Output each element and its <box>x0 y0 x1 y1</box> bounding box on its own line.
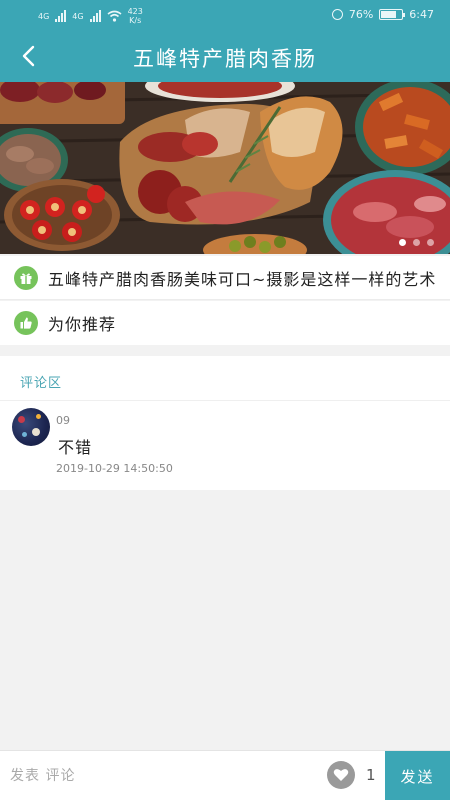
carousel-dot[interactable] <box>399 239 406 246</box>
network-label: 4G <box>38 11 50 21</box>
status-right: 76% 6:47 <box>331 8 434 21</box>
heart-icon <box>333 769 349 781</box>
like-button[interactable] <box>327 761 355 789</box>
signal-icon <box>89 10 101 22</box>
avatar[interactable] <box>12 408 50 446</box>
comments-section: 评论区 09 不错 2019-10-29 14:50:50 <box>0 356 450 490</box>
page-title: 五峰特产腊肉香肠 <box>133 47 317 71</box>
gift-icon <box>14 265 38 290</box>
article-summary-row[interactable]: 五峰特产腊肉香肠美味可口~摄影是这样一样的艺术 <box>0 256 450 300</box>
net-speed: 423 K/s <box>128 7 143 25</box>
signal-icon <box>55 10 67 22</box>
comment-username: 09 <box>56 414 70 427</box>
comment-text: 不错 <box>58 438 93 457</box>
article-summary: 五峰特产腊肉香肠美味可口~摄影是这样一样的艺术 <box>48 269 437 289</box>
battery-icon <box>379 9 406 20</box>
divider <box>0 400 450 401</box>
comment-timestamp: 2019-10-29 14:50:50 <box>56 462 173 475</box>
carousel-dot[interactable] <box>427 239 434 246</box>
net-speed-unit: K/s <box>129 16 142 25</box>
status-left: 4G 4G 423 K/s <box>38 7 143 25</box>
carousel-dot[interactable] <box>413 239 420 246</box>
recommend-row[interactable]: 为你推荐 <box>0 301 450 345</box>
bottom-bar: 1 发送 <box>0 750 450 800</box>
net-speed-value: 423 <box>127 7 143 16</box>
alarm-icon <box>331 9 343 20</box>
network-label: 4G <box>72 11 84 21</box>
wifi-icon <box>107 10 122 22</box>
thumbs-up-icon <box>14 311 38 335</box>
app-header: 五峰特产腊肉香肠 <box>0 30 450 82</box>
clock: 6:47 <box>409 8 434 21</box>
status-bar: 4G 4G 423 K/s 76% 6:47 <box>0 0 450 30</box>
comments-title: 评论区 <box>20 376 63 391</box>
banner-image <box>0 82 450 254</box>
carousel-dots <box>399 239 434 246</box>
like-count: 1 <box>366 766 376 784</box>
battery-percent: 76% <box>348 8 374 21</box>
comment-input[interactable] <box>10 759 310 793</box>
send-button[interactable]: 发送 <box>385 751 450 800</box>
recommend-label: 为你推荐 <box>48 315 117 334</box>
banner-carousel[interactable] <box>0 82 450 254</box>
